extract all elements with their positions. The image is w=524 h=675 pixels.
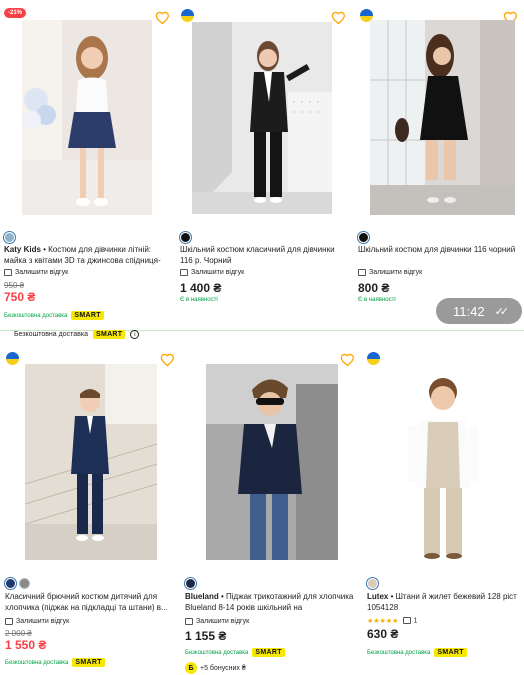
product-title[interactable]: Класичний брючний костюм дитячий для хло… [5,591,173,613]
leave-review-link[interactable]: Залишити відгук [5,618,69,625]
color-swatch[interactable] [19,578,30,589]
discount-badge: -21% [4,8,27,18]
price: 630 ₴ [367,627,399,641]
price: 1 155 ₴ [185,629,227,643]
color-swatch[interactable] [367,578,378,589]
product-title[interactable]: Blueland • Піджак трикотажний для хлопчи… [185,591,357,613]
product-image[interactable] [206,364,338,560]
rating-stars[interactable]: ★★★★★ 1 [367,617,417,625]
heart-icon[interactable] [340,352,356,368]
star-icons: ★★★★★ [367,618,399,625]
smart-badge: SMART [71,311,104,320]
heart-icon[interactable] [331,10,347,26]
leave-review-link[interactable]: Залишити відгук [4,269,68,276]
message-timestamp: 11:42 ✓✓ [436,298,522,324]
comment-icon [403,617,412,625]
info-icon[interactable]: i [130,330,140,339]
product-title[interactable]: Шкільний костюм класичний для дівчинки 1… [180,244,348,266]
free-shipping: Безкоштовна доставка SMART [4,311,104,320]
color-swatches [4,232,15,243]
free-shipping: Безкоштовна доставка SMART [5,658,105,667]
color-swatch[interactable] [4,232,15,243]
product-card[interactable]: Lutex • Штани й жилет бежевий 128 ріст 1… [362,340,524,675]
color-swatch[interactable] [5,578,16,589]
product-card[interactable]: Шкільний костюм для дівчинки 116 чорний … [352,0,524,330]
ukraine-flag-icon [367,352,380,365]
color-swatches [180,232,191,243]
product-image[interactable] [370,20,515,215]
bonus-info: Б +5 бонусних ₴ [185,662,246,674]
product-image[interactable] [25,364,157,560]
brand-label: Blueland [185,592,219,601]
availability-status: Є в наявності [180,297,218,303]
color-swatch[interactable] [358,232,369,243]
color-swatches [185,578,196,589]
bonus-icon: Б [185,662,197,674]
leave-review-link[interactable]: Залишити відгук [180,269,244,276]
ukraine-flag-icon [181,9,194,22]
color-swatches [367,578,378,589]
old-price: 950 ₴ [4,281,25,290]
comment-icon [180,269,188,276]
comment-icon [358,269,366,276]
comment-icon [185,618,193,625]
brand-label: Lutex [367,592,389,601]
smart-badge: SMART [92,330,126,339]
product-card[interactable]: -21% Katy Kids • Костюм для дівчинки літ… [0,0,174,330]
leave-review-link[interactable]: Залишити відгук [185,618,249,625]
color-swatch[interactable] [185,578,196,589]
product-card[interactable]: Blueland • Піджак трикотажний для хлопчи… [180,340,360,675]
leave-review-link[interactable]: Залишити відгук [358,269,422,276]
price: 1 550 ₴ [5,638,47,652]
product-card[interactable]: Класичний брючний костюм дитячий для хло… [0,340,178,675]
product-image[interactable] [22,20,152,215]
smart-badge: SMART [72,658,105,667]
product-title[interactable]: Katy Kids • Костюм для дівчинки літній: … [4,244,170,266]
availability-status: Є в наявності [358,297,396,303]
price: 750 ₴ [4,290,36,304]
product-card[interactable]: Шкільний костюм класичний для дівчинки 1… [176,0,350,330]
comment-icon [5,618,13,625]
product-title[interactable]: Шкільний костюм для дівчинки 116 чорний [358,244,520,266]
heart-icon[interactable] [155,10,171,26]
color-swatches [5,578,30,589]
product-image[interactable] [380,370,510,562]
smart-badge: SMART [434,648,467,657]
brand-label: Katy Kids [4,245,41,254]
free-shipping-filter[interactable]: Безкоштовна доставка SMART i [14,330,140,339]
read-receipt-icon: ✓✓ [494,305,510,318]
review-count[interactable]: 1 [403,617,417,625]
free-shipping: Безкоштовна доставка SMART [185,648,285,657]
product-title[interactable]: Lutex • Штани й жилет бежевий 128 ріст 1… [367,591,522,613]
product-image[interactable] [192,22,332,214]
old-price: 2 000 ₴ [5,629,32,638]
color-swatches [358,232,369,243]
smart-badge: SMART [252,648,285,657]
color-swatch[interactable] [180,232,191,243]
heart-icon[interactable] [160,352,176,368]
price: 1 400 ₴ [180,281,222,295]
price: 800 ₴ [358,281,390,295]
free-shipping: Безкоштовна доставка SMART [367,648,467,657]
comment-icon [4,269,12,276]
ukraine-flag-icon [6,352,19,365]
